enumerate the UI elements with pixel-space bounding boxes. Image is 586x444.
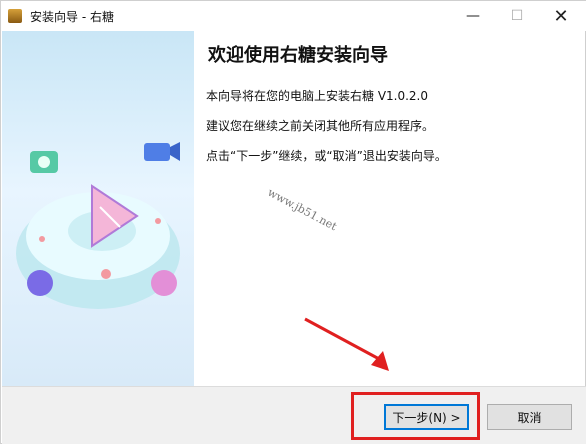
cancel-button[interactable]: 取消 [487,404,572,430]
maximize-button[interactable]: ☐ [495,1,539,31]
watermark: www.jb51.net [265,185,339,234]
heart-icon [155,218,161,224]
gem-ball-icon [151,270,177,296]
window-title: 安装向导 - 右糖 [30,9,114,24]
installer-illustration [2,31,194,386]
close-button[interactable]: ✕ [539,1,583,31]
installer-window: 安装向导 - 右糖 — ☐ ✕ 欢迎使用右糖安装向导 本向导将在您的电脑上安装右… [0,0,586,444]
title-bar[interactable]: 安装向导 - 右糖 — ☐ ✕ [1,1,586,31]
close-apps-advice: 建议您在继续之前关闭其他所有应用程序。 [206,119,435,133]
install-description: 本向导将在您的电脑上安装右糖 V1.0.2.0 [206,89,429,103]
welcome-heading: 欢迎使用右糖安装向导 [208,45,388,66]
annotation-arrow-icon [304,317,389,371]
app-icon [8,9,22,23]
next-cancel-instruction: 点击“下一步”继续，或“取消”退出安装向导。 [206,149,447,163]
camera-icon [30,151,58,173]
heart-icon [39,236,45,242]
highlight-box [351,392,480,440]
minimize-button[interactable]: — [451,1,495,31]
heart-icon [101,269,111,279]
grid-ball-icon [27,270,53,296]
video-camera-icon [144,142,180,161]
